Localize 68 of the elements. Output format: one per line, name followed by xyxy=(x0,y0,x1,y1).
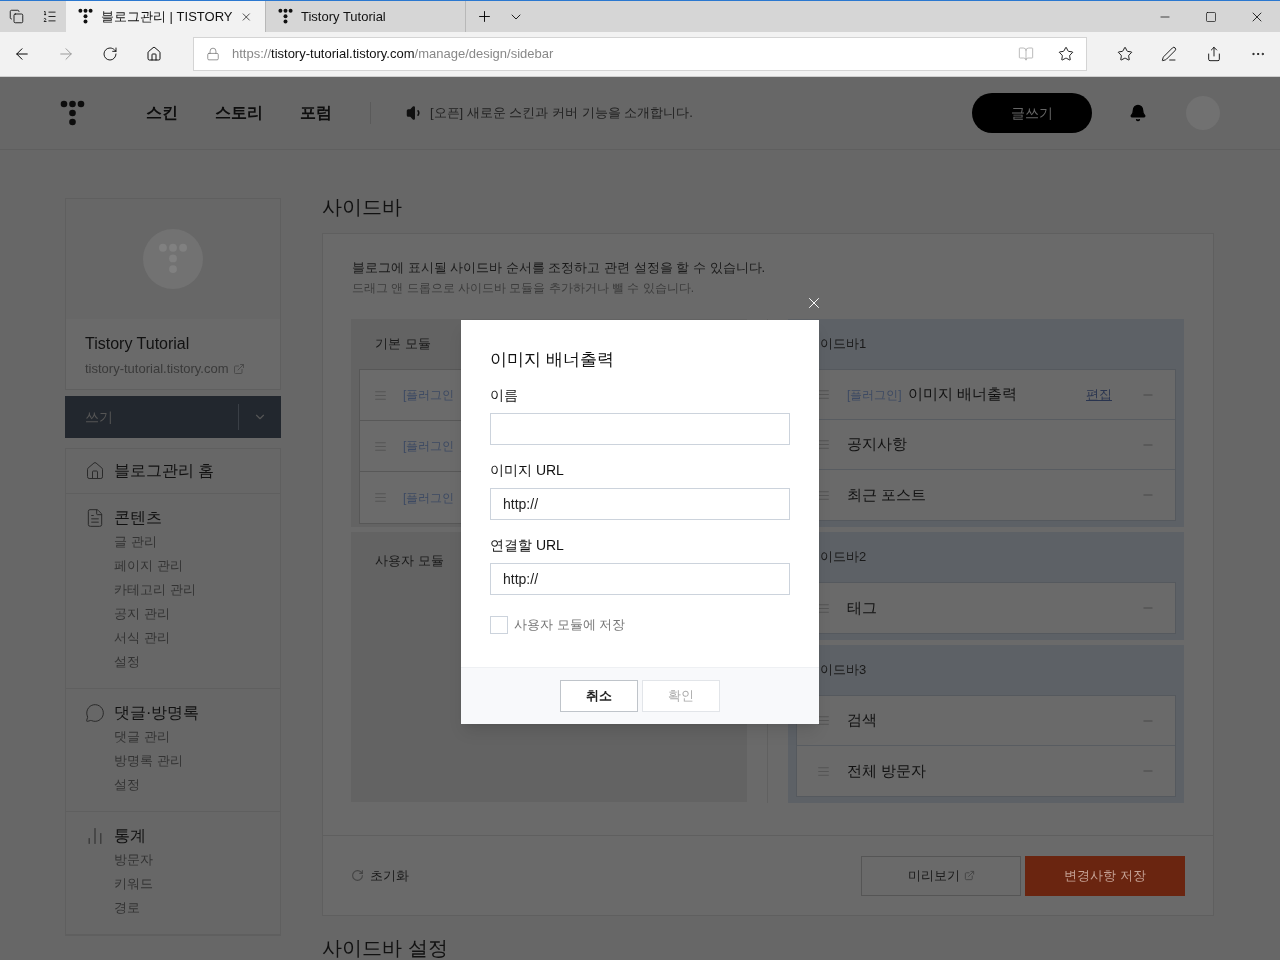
browser-tab[interactable]: 블로그관리 | TISTORY xyxy=(66,1,266,32)
modal-title: 이미지 배너출력 xyxy=(490,349,615,369)
menu-heading[interactable]: 블로그관리 홈 xyxy=(114,459,215,483)
preview-button[interactable]: 미리보기 xyxy=(861,855,1021,896)
field-label: 이미지 URL xyxy=(490,461,565,480)
panel-title: 사용자 모듈 xyxy=(375,553,444,568)
module-name: 공지사항 xyxy=(847,434,907,455)
drag-handle-icon[interactable] xyxy=(817,388,830,401)
lock-icon xyxy=(206,47,220,61)
blog-title: Tistory Tutorial xyxy=(85,334,191,354)
panel-title: 이드바1 xyxy=(820,335,867,354)
nav-link[interactable]: 스토리 xyxy=(215,101,263,125)
tabs-aside-icon[interactable] xyxy=(9,9,24,24)
speech-bubble-icon xyxy=(85,703,105,723)
tistory-logo xyxy=(60,99,85,127)
nav-link[interactable]: 포럼 xyxy=(300,101,332,125)
dialog-button[interactable]: 취소 xyxy=(560,680,638,712)
menu-heading[interactable]: 댓글·방명록 xyxy=(114,701,200,725)
panel-title: 이드바3 xyxy=(820,661,867,680)
maximize-icon[interactable] xyxy=(1205,10,1217,23)
refresh-icon[interactable] xyxy=(102,46,118,62)
drag-handle-icon[interactable] xyxy=(817,601,830,615)
document-icon xyxy=(85,508,105,528)
menu-heading[interactable]: 콘텐츠 xyxy=(114,506,162,530)
tistory-logo-icon xyxy=(78,8,93,25)
module-name: 검색 xyxy=(847,710,877,731)
module-name: 최근 포스트 xyxy=(847,484,927,505)
external-link-icon xyxy=(232,362,245,375)
input-field[interactable]: http:// xyxy=(490,488,790,520)
notice-link[interactable]: [오픈] 새로운 스킨과 커버 기능을 소개합니다. xyxy=(430,103,693,123)
page-title: 사이드바 xyxy=(322,195,403,220)
address-field[interactable]: https://tistory-tutorial.tistory.com/manage/design/sidebar xyxy=(193,37,1087,71)
favorites-icon[interactable] xyxy=(1117,46,1134,62)
share-icon[interactable] xyxy=(1205,46,1222,62)
write-button[interactable]: 글쓰기 xyxy=(972,93,1092,133)
module-item[interactable]: 전체 방문자 xyxy=(797,746,1175,796)
section-title: 사이드바 설정 xyxy=(322,936,449,960)
home-icon[interactable] xyxy=(146,46,162,62)
panel-title: 이드바2 xyxy=(820,548,867,567)
module-name: 이미지 배너출력 xyxy=(907,384,1017,405)
panel-title: 기본 모듈 xyxy=(375,335,431,354)
nav-link[interactable]: 스킨 xyxy=(146,101,178,125)
save-button[interactable]: 변경사항 저장 xyxy=(1025,855,1185,896)
reset-link[interactable]: 초기화 xyxy=(370,865,409,886)
external-link-icon xyxy=(963,870,975,881)
module-name: 전체 방문자 xyxy=(847,760,927,781)
tab-list-icon[interactable] xyxy=(42,9,57,24)
field-label: 이름 xyxy=(490,386,519,405)
url-text: https://tistory-tutorial.tistory.com/manage/design/sidebar xyxy=(232,45,555,64)
input-field[interactable] xyxy=(490,413,790,445)
house-icon xyxy=(85,461,105,481)
bell-icon[interactable] xyxy=(1129,104,1147,122)
tistory-logo-icon xyxy=(278,8,293,25)
module-name: 태그 xyxy=(847,597,877,618)
description-text: 블로그에 표시될 사이드바 순서를 조정하고 관련 설정을 할 수 있습니다. xyxy=(352,259,767,277)
module-item[interactable]: 검색 xyxy=(797,696,1175,746)
star-icon[interactable] xyxy=(1058,46,1074,62)
back-icon[interactable] xyxy=(13,45,31,63)
menu-heading[interactable]: 통계 xyxy=(114,824,146,848)
drag-handle-icon[interactable] xyxy=(817,488,830,502)
edit-link[interactable]: 편집 xyxy=(1086,384,1112,405)
input-field[interactable]: http:// xyxy=(490,563,790,595)
checkbox-label: 사용자 모듈에 저장 xyxy=(514,616,626,634)
drag-handle-icon[interactable] xyxy=(817,438,830,451)
field-label: 연결할 URL xyxy=(490,536,565,555)
pen-icon[interactable] xyxy=(1161,46,1178,62)
checkbox[interactable] xyxy=(490,615,508,634)
drag-handle-icon[interactable] xyxy=(817,714,830,727)
